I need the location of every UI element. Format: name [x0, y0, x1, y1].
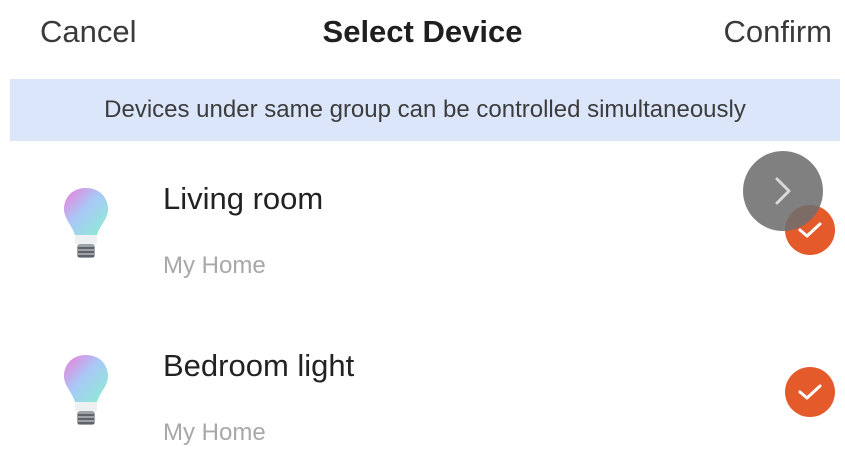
confirm-button[interactable]: Confirm	[723, 12, 832, 52]
page-title: Select Device	[322, 14, 523, 49]
device-name: Bedroom light	[163, 348, 355, 383]
smart-bulb-icon	[64, 355, 108, 425]
selected-check-icon[interactable]	[785, 367, 835, 417]
top-bar: Cancel Select Device Confirm	[0, 0, 845, 72]
device-name: Living room	[163, 181, 324, 216]
floating-assistive-button[interactable]	[743, 151, 823, 231]
device-row-bedroom-light[interactable]: Bedroom light My Home	[0, 322, 845, 472]
group-info-banner: Devices under same group can be controll…	[10, 79, 840, 141]
device-location: My Home	[163, 252, 266, 279]
device-location: My Home	[163, 419, 266, 446]
chevron-right-icon	[775, 177, 791, 205]
device-row-living-room[interactable]: Living room My Home	[0, 155, 845, 305]
smart-bulb-icon	[64, 188, 108, 258]
banner-text: Devices under same group can be controll…	[104, 96, 746, 123]
